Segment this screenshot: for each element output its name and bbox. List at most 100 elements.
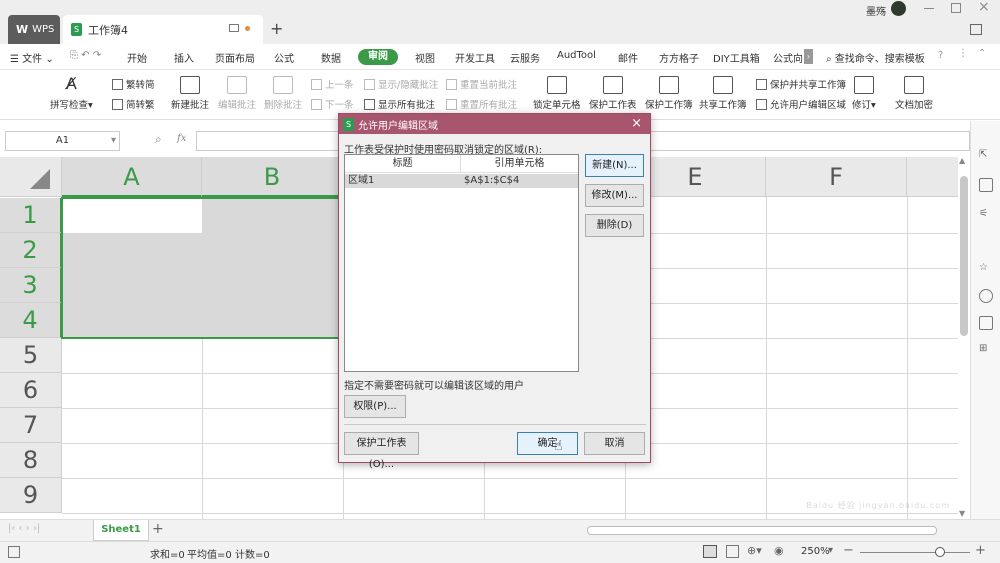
undo-redo-icons[interactable]: ⎘ ↶ ↷	[70, 50, 101, 61]
macro-icon[interactable]	[8, 546, 20, 558]
row-header[interactable]: 2	[0, 233, 62, 268]
list-item[interactable]: 区域1 $A$1:$C$4	[345, 174, 578, 188]
wps-home-tab[interactable]: W WPS	[8, 15, 60, 44]
reset-all-comments-button[interactable]: 重置所有批注	[446, 97, 517, 111]
monitor-icon[interactable]	[229, 24, 239, 32]
scroll-up-icon[interactable]: ▲	[959, 156, 965, 165]
file-menu[interactable]: ☰ 文件 ⌄	[10, 50, 54, 65]
dialog-close-button[interactable]: ×	[631, 116, 642, 131]
row-header[interactable]: 5	[0, 338, 62, 373]
page-layout-icon[interactable]	[726, 545, 739, 558]
collapse-ribbon-icon[interactable]: ⌃	[978, 48, 986, 59]
adjust-icon[interactable]: ⚟	[979, 208, 993, 222]
row-header[interactable]: 9	[0, 478, 62, 513]
scroll-down-icon[interactable]: ▼	[959, 509, 965, 518]
zoom-level[interactable]: 250%	[801, 546, 830, 557]
new-tab-button[interactable]: +	[270, 19, 283, 38]
column-header[interactable]: B	[202, 157, 343, 197]
cursor-icon[interactable]: ⇱	[979, 149, 993, 163]
show-hide-comment-button[interactable]: 显示/隐藏批注	[364, 77, 438, 91]
allow-edit-ranges-button[interactable]: 允许用户编辑区域	[756, 97, 846, 111]
trad-to-simp-button[interactable]: 繁转简	[112, 77, 155, 91]
menu-formula[interactable]: 公式	[274, 50, 294, 65]
zoom-dropdown-icon[interactable]: ▾	[828, 545, 833, 556]
row-header[interactable]: 4	[0, 303, 62, 338]
apps-grid-icon[interactable]: ⊞	[979, 343, 993, 357]
maximize-icon[interactable]	[951, 3, 961, 13]
edit-comment-button[interactable]: 编辑批注	[218, 76, 256, 111]
help-button[interactable]: ?	[938, 50, 943, 61]
protect-sheet-button[interactable]: 保护工作表	[589, 76, 637, 111]
add-sheet-button[interactable]: +	[152, 521, 164, 537]
zoom-out-button[interactable]: −	[843, 543, 854, 558]
column-header[interactable]: F	[766, 157, 907, 197]
page-break-icon[interactable]: ⊕▾	[747, 544, 762, 557]
select-all-corner[interactable]	[0, 157, 62, 197]
menu-cloud[interactable]: 云服务	[510, 50, 540, 65]
next-comment-button[interactable]: 下一条	[311, 97, 354, 111]
prev-comment-button[interactable]: 上一条	[311, 77, 354, 91]
vertical-scrollbar[interactable]	[960, 176, 968, 336]
protect-sheet-button[interactable]: 保护工作表(O)...	[344, 432, 419, 470]
name-box[interactable]: A1 ▾	[5, 131, 120, 151]
horizontal-scrollbar[interactable]	[587, 526, 937, 535]
row-header[interactable]: 1	[0, 198, 62, 233]
ranges-list[interactable]: 标题 引用单元格 区域1 $A$1:$C$4	[344, 154, 579, 372]
ok-button[interactable]: 确定	[517, 432, 578, 455]
column-header[interactable]: A	[62, 157, 202, 197]
row-header[interactable]: 8	[0, 443, 62, 478]
doc-encrypt-button[interactable]: 文档加密	[895, 76, 933, 111]
chat-icon[interactable]	[979, 178, 993, 192]
menu-data[interactable]: 数据	[321, 50, 341, 65]
chevron-down-icon[interactable]: ▾	[111, 132, 116, 150]
protect-book-button[interactable]: 保护工作簿	[645, 76, 693, 111]
track-changes-button[interactable]: 修订▾	[852, 76, 876, 111]
sheet-nav-icons[interactable]: |‹ ‹ › ›|	[8, 523, 40, 534]
zoom-in-button[interactable]: +	[975, 543, 986, 558]
more-menu-icon[interactable]: ›	[804, 49, 813, 64]
menu-view[interactable]: 视图	[415, 50, 435, 65]
document-icon[interactable]	[979, 316, 993, 330]
menu-fangfang[interactable]: 方方格子	[659, 50, 699, 65]
modify-range-button[interactable]: 修改(M)...	[585, 184, 644, 207]
menu-dev-tools[interactable]: 开发工具	[455, 50, 495, 65]
permissions-button[interactable]: 权限(P)...	[344, 395, 406, 418]
col-header-title[interactable]: 标题	[345, 155, 461, 172]
menu-audtool[interactable]: AudTool	[557, 50, 596, 61]
share-book-button[interactable]: 共享工作簿	[699, 76, 747, 111]
simp-to-trad-button[interactable]: 简转繁	[112, 97, 155, 111]
row-header[interactable]: 6	[0, 373, 62, 408]
sheet-tab-sheet1[interactable]: Sheet1	[93, 520, 149, 541]
show-all-comments-button[interactable]: 显示所有批注	[364, 97, 435, 111]
fx-button[interactable]: fx	[177, 133, 186, 144]
eye-protect-icon[interactable]: ◉	[774, 544, 784, 557]
row-header[interactable]: 3	[0, 268, 62, 303]
zoom-slider-thumb[interactable]	[935, 547, 945, 557]
spell-check-button[interactable]: A̸ 拼写检查▾	[50, 76, 93, 112]
menu-insert[interactable]: 插入	[174, 50, 194, 65]
zoom-formula-icon[interactable]: ⌕	[155, 132, 162, 147]
col-header-ref[interactable]: 引用单元格	[461, 155, 578, 172]
sidebar-toggle-icon[interactable]	[970, 24, 982, 35]
minimize-icon[interactable]	[924, 8, 934, 9]
more-options-icon[interactable]: ⋮	[958, 48, 968, 59]
lock-cell-button[interactable]: 锁定单元格	[533, 76, 581, 111]
user-name[interactable]: 墨殇	[866, 3, 886, 18]
row-header[interactable]: 7	[0, 408, 62, 443]
menu-review[interactable]: 审阅	[358, 49, 398, 65]
menu-start[interactable]: 开始	[127, 50, 147, 65]
reset-current-comment-button[interactable]: 重置当前批注	[446, 77, 517, 91]
new-comment-button[interactable]: 新建批注	[171, 76, 209, 111]
history-icon[interactable]	[979, 289, 993, 303]
close-window-icon[interactable]: ×	[978, 0, 990, 15]
delete-comment-button[interactable]: 删除批注	[264, 76, 302, 111]
star-icon[interactable]: ☆	[979, 262, 993, 276]
normal-view-icon[interactable]	[703, 545, 717, 558]
cancel-button[interactable]: 取消	[584, 432, 645, 455]
delete-range-button[interactable]: 删除(D)	[585, 214, 644, 237]
doc-tab[interactable]: S 工作簿4	[63, 15, 263, 44]
menu-formula-wizard[interactable]: 公式向	[773, 50, 803, 65]
command-search[interactable]: ⌕ 查找命令、搜索模板	[826, 50, 925, 65]
menu-mail[interactable]: 邮件	[618, 50, 638, 65]
menu-page-layout[interactable]: 页面布局	[215, 50, 255, 65]
